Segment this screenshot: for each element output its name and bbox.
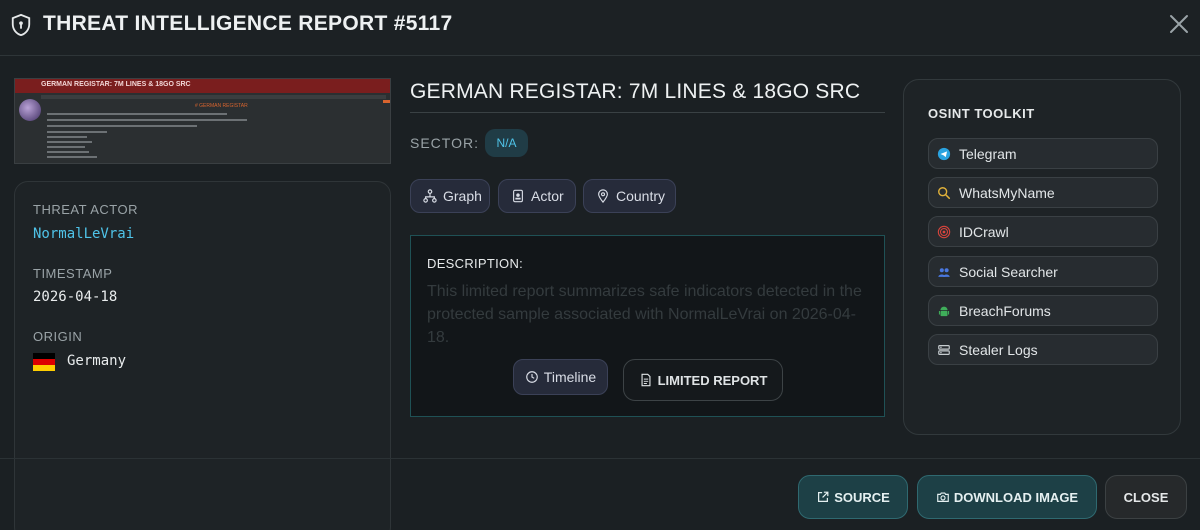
description-text: This limited report summarizes safe indi… [427, 283, 862, 346]
germany-flag-icon [33, 353, 55, 371]
actor-button-label: Actor [531, 188, 564, 204]
report-title: GERMAN REGISTAR: 7M LINES & 18GO SRC [410, 80, 861, 103]
description-label: DESCRIPTION: [427, 256, 524, 271]
close-icon[interactable] [1167, 12, 1191, 36]
tool-whatsmyname-label: WhatsMyName [959, 184, 1055, 201]
thumbnail-text-line [47, 156, 97, 158]
download-image-button-label: DOWNLOAD IMAGE [953, 489, 1079, 505]
thumbnail-heading: # GERMAN REGISTAR [195, 103, 248, 109]
osint-toolkit-title: OSINT TOOLKIT [928, 106, 1035, 121]
close-button-label: CLOSE [1123, 489, 1169, 505]
telegram-icon [937, 147, 951, 160]
osint-toolkit-panel: OSINT TOOLKIT Telegram WhatsMyName IDCra… [903, 79, 1181, 435]
location-pin-icon [598, 189, 608, 203]
source-button[interactable]: SOURCE [798, 475, 908, 519]
shield-icon [11, 13, 31, 37]
thumbnail-badge [383, 100, 390, 103]
thumbnail-subbar [41, 95, 386, 99]
android-icon [938, 306, 950, 316]
origin-value: Germany [67, 353, 127, 369]
thumbnail-text-line [47, 119, 247, 121]
tool-stealer-logs-label: Stealer Logs [959, 341, 1038, 358]
clock-icon [525, 371, 538, 383]
footer-divider [0, 458, 1200, 459]
sector-badge: N/A [485, 129, 528, 157]
graph-button-label: Graph [443, 188, 482, 204]
tool-social-searcher-label: Social Searcher [959, 263, 1058, 280]
tool-idcrawl-label: IDCrawl [959, 223, 1009, 240]
download-image-button[interactable]: DOWNLOAD IMAGE [917, 475, 1097, 519]
threat-actor-label: THREAT ACTOR [33, 202, 138, 217]
timeline-button[interactable]: Timeline [513, 359, 608, 395]
modal-header: THREAT INTELLIGENCE REPORT #5117 [0, 0, 1200, 56]
id-badge-icon [513, 189, 523, 203]
tool-breachforums[interactable]: BreachForums [928, 295, 1158, 326]
limited-report-button[interactable]: LIMITED REPORT [623, 359, 783, 401]
close-button[interactable]: CLOSE [1105, 475, 1187, 519]
server-icon [938, 344, 950, 355]
threat-actor-value[interactable]: NormalLeVrai [33, 226, 134, 242]
graph-icon [423, 189, 437, 203]
tool-social-searcher[interactable]: Social Searcher [928, 256, 1158, 287]
thumbnail-text-line [47, 136, 87, 138]
title-divider [410, 112, 885, 113]
limited-report-button-label: LIMITED REPORT [657, 372, 768, 388]
report-screenshot-thumbnail[interactable]: GERMAN REGISTAR: 7M LINES & 18GO SRC # G… [14, 78, 391, 164]
origin-label: ORIGIN [33, 329, 83, 344]
fingerprint-icon [937, 225, 951, 238]
tool-stealer-logs[interactable]: Stealer Logs [928, 334, 1158, 365]
thumbnail-banner-text: GERMAN REGISTAR: 7M LINES & 18GO SRC [41, 81, 191, 88]
tool-whatsmyname[interactable]: WhatsMyName [928, 177, 1158, 208]
modal-title: THREAT INTELLIGENCE REPORT #5117 [43, 12, 453, 35]
description-panel: DESCRIPTION: This limited report summari… [410, 235, 885, 417]
users-icon [938, 267, 950, 277]
thumbnail-text-line [47, 113, 227, 115]
thumbnail-text-line [47, 125, 197, 127]
timestamp-label: TIMESTAMP [33, 266, 113, 281]
graph-button[interactable]: Graph [410, 179, 490, 213]
thumbnail-text-line [47, 151, 89, 153]
tool-idcrawl[interactable]: IDCrawl [928, 216, 1158, 247]
sector-label: SECTOR: [410, 135, 479, 151]
camera-icon [937, 492, 949, 502]
thumbnail-text-line [47, 131, 107, 133]
external-link-icon [818, 491, 829, 502]
country-button[interactable]: Country [583, 179, 676, 213]
thumbnail-text-line [47, 141, 92, 143]
report-meta-card: THREAT ACTOR NormalLeVrai TIMESTAMP 2026… [14, 181, 391, 530]
search-icon [938, 186, 951, 199]
source-button-label: SOURCE [834, 489, 890, 505]
tool-breachforums-label: BreachForums [959, 302, 1051, 319]
tool-telegram-label: Telegram [959, 145, 1017, 162]
timestamp-value: 2026-04-18 [33, 289, 118, 305]
document-icon [641, 373, 651, 387]
actor-button[interactable]: Actor [498, 179, 576, 213]
timeline-button-label: Timeline [543, 369, 597, 385]
thumbnail-avatar [19, 99, 41, 121]
thumbnail-text-line [47, 146, 85, 148]
thumbnail-banner: GERMAN REGISTAR: 7M LINES & 18GO SRC [15, 79, 390, 93]
tool-telegram[interactable]: Telegram [928, 138, 1158, 169]
country-button-label: Country [616, 188, 666, 204]
